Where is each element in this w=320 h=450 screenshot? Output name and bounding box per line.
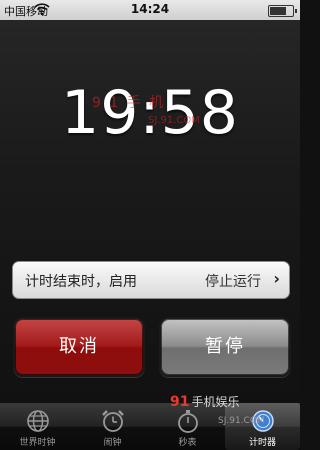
corner-logo-brand: 手机娱乐 bbox=[191, 395, 240, 409]
battery-icon bbox=[268, 5, 297, 17]
tab-timer[interactable]: 计时器 bbox=[225, 403, 300, 450]
when-timer-ends-label: 计时结束时，启用 bbox=[25, 274, 137, 290]
corner-logo: 91 手机娱乐 bbox=[170, 393, 240, 410]
cancel-button[interactable]: 取消 bbox=[13, 317, 145, 377]
tab-stopwatch-label: 秒表 bbox=[178, 438, 197, 448]
timer-main: 19:58 9 1 手 机 SJ.91.COM 计时结束时，启用 停止运行 › … bbox=[0, 20, 300, 403]
tab-stopwatch[interactable]: 秒表 bbox=[150, 403, 225, 450]
alarm-clock-icon bbox=[100, 408, 126, 434]
corner-logo-url: SJ.91.COM bbox=[218, 416, 265, 426]
timer-display: 19:58 bbox=[61, 78, 239, 148]
status-time: 14:24 bbox=[130, 2, 170, 16]
watermark-sub: SJ.91.COM bbox=[148, 115, 200, 126]
tab-alarm-label: 闹钟 bbox=[103, 438, 122, 448]
watermark-text: 9 1 手 机 bbox=[92, 95, 166, 111]
tab-timer-label: 计时器 bbox=[248, 438, 276, 448]
tab-world-clock[interactable]: 世界时钟 bbox=[0, 403, 75, 450]
tab-alarm[interactable]: 闹钟 bbox=[75, 403, 150, 450]
tab-world-clock-label: 世界时钟 bbox=[19, 438, 56, 448]
globe-icon bbox=[25, 408, 51, 434]
pause-button[interactable]: 暂停 bbox=[159, 317, 291, 377]
corner-logo-number: 91 bbox=[170, 394, 190, 410]
status-bar: 中国移动 14:24 bbox=[0, 0, 300, 20]
stopwatch-icon bbox=[175, 408, 201, 434]
when-timer-ends-row[interactable]: 计时结束时，启用 停止运行 › bbox=[12, 261, 290, 299]
tab-bar: 世界时钟 闹钟 秒表 计时器 bbox=[0, 403, 300, 450]
when-timer-ends-value: 停止运行 bbox=[205, 274, 261, 290]
chevron-right-icon: › bbox=[273, 269, 280, 288]
